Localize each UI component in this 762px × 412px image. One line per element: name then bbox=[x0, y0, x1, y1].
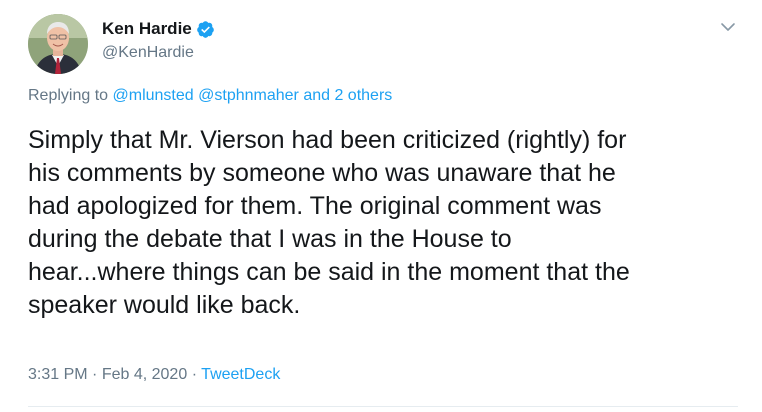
mention-link[interactable]: @mlunsted bbox=[113, 87, 194, 104]
divider bbox=[28, 406, 738, 407]
replying-to: Replying to @mlunsted @stphnmaher and 2 … bbox=[28, 87, 392, 105]
others-link[interactable]: and 2 others bbox=[303, 87, 392, 104]
tweet-text: Simply that Mr. Vierson had been critici… bbox=[28, 124, 743, 322]
tweet-text-line: his comments by someone who was unaware … bbox=[28, 159, 616, 187]
tweet-text-line: during the debate that I was in the Hous… bbox=[28, 225, 512, 253]
author-display-name[interactable]: Ken Hardie bbox=[102, 19, 192, 39]
mention-link[interactable]: @stphnmaher bbox=[198, 87, 299, 104]
author-name-row[interactable]: Ken Hardie bbox=[102, 17, 215, 41]
tweet-text-line: Simply that Mr. Vierson had been critici… bbox=[28, 126, 627, 154]
tweet-meta: 3:31 PM · Feb 4, 2020 · TweetDeck bbox=[28, 366, 280, 384]
tweet-time[interactable]: 3:31 PM bbox=[28, 366, 88, 383]
verified-badge-icon bbox=[196, 20, 215, 39]
tweet-card: Ken Hardie @KenHardie Replying to @mluns… bbox=[0, 0, 762, 412]
meta-separator: · bbox=[191, 366, 198, 383]
meta-separator: · bbox=[92, 366, 98, 383]
avatar[interactable] bbox=[28, 14, 88, 74]
chevron-down-icon[interactable] bbox=[718, 17, 738, 37]
tweet-date[interactable]: Feb 4, 2020 bbox=[102, 366, 187, 383]
tweet-text-line: had apologized for them. The original co… bbox=[28, 192, 602, 220]
replying-prefix: Replying to bbox=[28, 87, 109, 104]
tweet-source-link[interactable]: TweetDeck bbox=[201, 366, 280, 383]
tweet-text-line: speaker would like back. bbox=[28, 291, 301, 319]
tweet-text-line: hear...where things can be said in the m… bbox=[28, 258, 630, 286]
author-handle[interactable]: @KenHardie bbox=[102, 44, 194, 62]
